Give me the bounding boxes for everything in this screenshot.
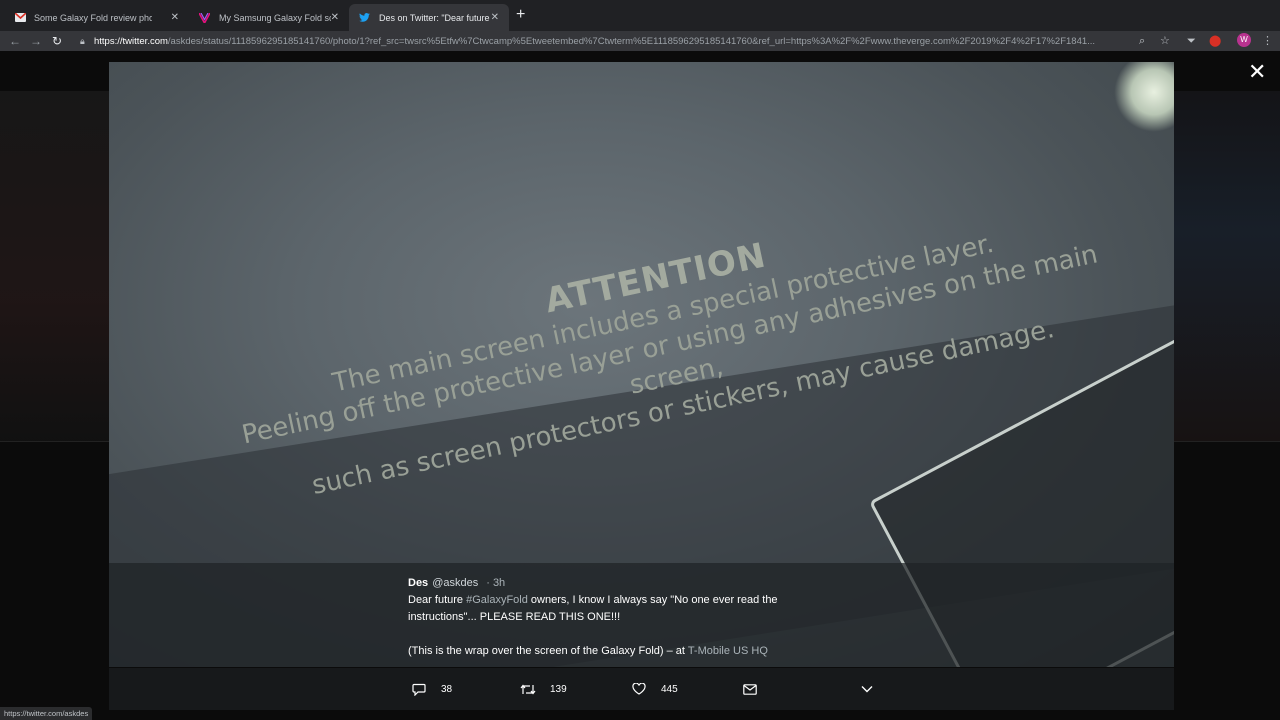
tweet-caption: Des @askdes · 3h Dear future #GalaxyFold… [408,575,828,660]
lock-icon: 🔒︎ [80,35,85,46]
tab-twitter[interactable]: Des on Twitter: "Dear future #..." ✕ [349,4,509,31]
tab-title: Des on Twitter: "Dear future #..." [378,12,491,23]
retweet-button[interactable]: 139 [520,681,567,697]
author-name[interactable]: Des [408,575,428,592]
bookmark-star-icon[interactable]: ☆ [1160,34,1170,48]
tab-strip: Some Galaxy Fold review pho... ✕ My Sams… [0,0,1280,31]
twitter-icon [359,12,371,24]
tweet-text-wrap: (This is the wrap over the screen of the… [408,645,688,657]
page-content: ATTENTION The main screen includes a spe… [0,51,1280,720]
tab-title: My Samsung Galaxy Fold scre... [218,12,331,23]
tab-title: Some Galaxy Fold review pho... [34,12,152,23]
direct-message-button[interactable] [742,681,772,697]
chevron-down-icon [859,681,875,697]
light-glare [1114,62,1174,132]
menu-kebab-icon[interactable]: ⋮ [1262,34,1273,48]
author-handle[interactable]: @askdes [432,575,478,592]
tweet-timestamp[interactable]: · 3h [486,575,505,592]
reply-count: 38 [441,683,453,695]
browser-toolbar: ← → ↻ 🔒︎ https://twitter.com/askdes/stat… [0,31,1280,51]
url-path: /askdes/status/1118596295185141760/photo… [167,35,1096,47]
profile-avatar[interactable]: W [1237,33,1251,47]
gmail-icon [14,12,26,24]
envelope-icon [742,681,758,697]
retweet-count: 139 [550,683,567,695]
close-icon[interactable]: ✕ [331,12,339,23]
reply-button[interactable]: 38 [411,681,452,697]
like-count: 445 [661,683,678,695]
tweet-text-line2: (This is the wrap over the screen of the… [408,643,828,660]
extension-icon[interactable]: ⏷ [1187,34,1196,48]
forward-icon[interactable]: → [30,33,42,49]
background-page-right [1174,91,1280,441]
retweet-icon [520,681,536,697]
tweet-text-start: Dear future [408,594,467,606]
reload-icon[interactable]: ↻ [52,33,62,49]
more-button[interactable] [859,681,889,697]
address-bar[interactable]: 🔒︎ https://twitter.com/askdes/status/111… [80,33,1130,49]
tweet-text: Dear future #GalaxyFold owners, I know I… [408,592,828,626]
new-tab-button[interactable]: + [516,7,525,23]
close-icon[interactable]: ✕ [171,12,179,23]
extension-red-icon[interactable]: ⬤ [1209,34,1221,48]
like-button[interactable]: 445 [631,681,678,697]
back-icon[interactable]: ← [9,33,21,49]
tweet-actions: 38 139 445 [109,668,1174,710]
tab-verge[interactable]: My Samsung Galaxy Fold scre... ✕ [189,4,349,31]
heart-icon [631,681,647,697]
zoom-icon[interactable]: ⌕ [1139,34,1145,48]
reply-icon [411,681,427,697]
verge-icon [199,12,211,24]
background-page-left [0,91,109,441]
hashtag-link[interactable]: #GalaxyFold [466,594,528,606]
close-icon[interactable]: ✕ [1248,61,1266,83]
status-bar-url: https://twitter.com/askdes [0,707,93,720]
place-link[interactable]: T-Mobile US HQ [688,645,768,657]
tab-gmail[interactable]: Some Galaxy Fold review pho... ✕ [4,4,189,31]
url-host: https://twitter.com [94,35,168,47]
close-icon[interactable]: ✕ [491,12,499,23]
